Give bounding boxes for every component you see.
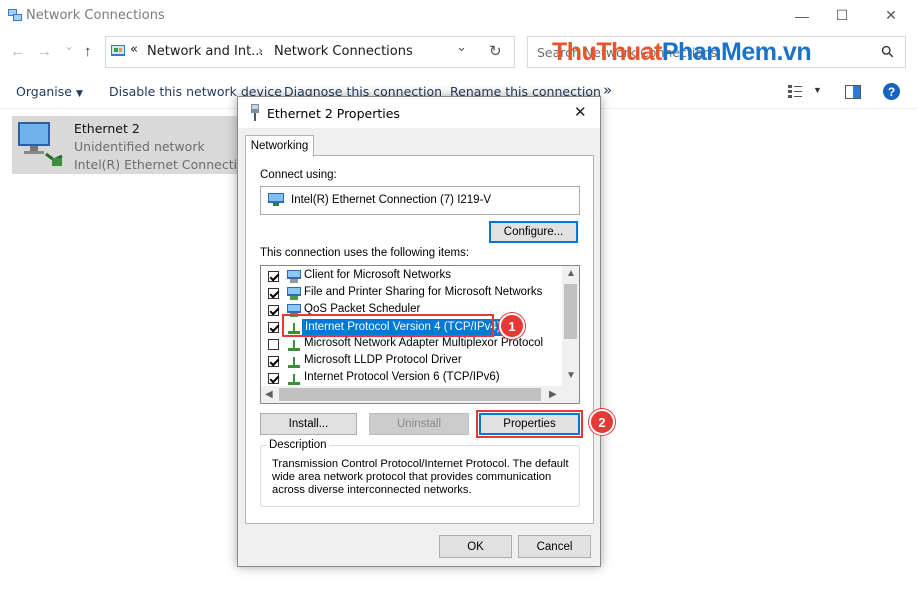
item-label: File and Printer Sharing for Microsoft N… bbox=[304, 286, 543, 298]
item-checkbox[interactable] bbox=[268, 271, 279, 282]
items-label: This connection uses the following items… bbox=[260, 247, 470, 259]
list-item[interactable]: Client for Microsoft Networks bbox=[261, 268, 561, 285]
address-bar[interactable]: « Network and Int... › Network Connectio… bbox=[105, 36, 515, 68]
window-title: Network Connections bbox=[26, 8, 165, 23]
maximize-icon: ☐ bbox=[835, 7, 849, 23]
minimize-icon: — bbox=[795, 7, 809, 24]
caret-down-icon: ▼ bbox=[75, 89, 83, 99]
watermark-logo: ThuThuatPhanMem.vn bbox=[552, 38, 812, 67]
watermark-part-4: .vn bbox=[776, 38, 812, 66]
item-label: Client for Microsoft Networks bbox=[304, 269, 451, 281]
step-1-badge: 1 bbox=[499, 313, 525, 339]
horizontal-scroll-thumb[interactable] bbox=[279, 388, 541, 401]
dialog-close-button[interactable]: ✕ bbox=[574, 103, 587, 121]
scroll-right-icon[interactable]: ▶ bbox=[549, 389, 557, 400]
properties-button[interactable]: Properties bbox=[479, 413, 580, 435]
more-commands-button[interactable]: » bbox=[603, 81, 612, 99]
item-label: Microsoft LLDP Protocol Driver bbox=[304, 354, 462, 366]
item-checkbox[interactable] bbox=[268, 288, 279, 299]
scroll-down-icon[interactable]: ▼ bbox=[566, 370, 576, 381]
item-checkbox[interactable] bbox=[268, 322, 279, 333]
maximize-button[interactable]: ☐ bbox=[819, 0, 865, 31]
scroll-up-icon[interactable]: ▲ bbox=[566, 268, 576, 279]
chevron-down-icon: ⌄ bbox=[64, 39, 75, 53]
item-checkbox[interactable] bbox=[268, 339, 279, 350]
adapter-field: Intel(R) Ethernet Connection (7) I219-V bbox=[260, 186, 580, 215]
protocol-icon bbox=[288, 357, 300, 368]
watermark-part-2: Thuat bbox=[596, 38, 662, 66]
close-icon: ✕ bbox=[574, 104, 587, 121]
uninstall-button[interactable]: Uninstall bbox=[369, 413, 469, 435]
ethernet-plug-icon bbox=[251, 104, 259, 121]
breadcrumb-network-connections[interactable]: Network Connections bbox=[274, 44, 413, 59]
dialog-title-bar: Ethernet 2 Properties ✕ bbox=[238, 97, 600, 128]
forward-arrow-icon: → bbox=[37, 43, 52, 60]
protocol-icon bbox=[288, 374, 300, 385]
item-checkbox[interactable] bbox=[268, 373, 279, 384]
description-text: Transmission Control Protocol/Internet P… bbox=[272, 458, 569, 496]
connection-status: Unidentified network bbox=[74, 139, 205, 154]
ethernet-properties-dialog: Ethernet 2 Properties ✕ Networking Conne… bbox=[237, 96, 615, 567]
protocol-icon bbox=[288, 340, 300, 351]
organise-label: Organise bbox=[16, 84, 72, 99]
up-arrow-icon: ↑ bbox=[84, 43, 92, 60]
list-item[interactable]: Internet Protocol Version 6 (TCP/IPv6) bbox=[261, 370, 561, 387]
back-button[interactable]: ← bbox=[10, 43, 25, 60]
network-adapter-icon bbox=[268, 193, 284, 206]
network-connections-app-icon bbox=[8, 9, 22, 21]
tab-networking-label: Networking bbox=[250, 140, 309, 152]
scroll-left-icon[interactable]: ◀ bbox=[265, 389, 273, 400]
item-label: Internet Protocol Version 6 (TCP/IPv6) bbox=[304, 371, 500, 383]
change-view-icon[interactable] bbox=[788, 85, 804, 99]
address-chevron-icon[interactable]: « bbox=[130, 42, 138, 57]
close-button[interactable]: ✕ bbox=[868, 0, 914, 31]
vertical-scrollbar[interactable]: ▲ ▼ bbox=[562, 266, 579, 386]
watermark-part-1: Thu bbox=[552, 38, 597, 66]
connection-name: Ethernet 2 bbox=[74, 121, 140, 136]
breadcrumb-separator-icon[interactable]: › bbox=[258, 44, 263, 59]
cancel-button[interactable]: Cancel bbox=[518, 535, 591, 558]
configure-button[interactable]: Configure... bbox=[489, 221, 578, 243]
preview-pane-icon[interactable] bbox=[845, 85, 861, 99]
refresh-icon: ↻ bbox=[489, 42, 502, 60]
forward-button[interactable]: → bbox=[37, 43, 52, 60]
adapter-name: Intel(R) Ethernet Connection (7) I219-V bbox=[291, 194, 492, 206]
ethernet-adapter-icon bbox=[18, 122, 63, 166]
list-item[interactable]: Microsoft LLDP Protocol Driver bbox=[261, 353, 561, 370]
horizontal-scrollbar[interactable]: ◀ ▶ bbox=[261, 386, 579, 403]
close-icon: ✕ bbox=[885, 7, 897, 23]
control-panel-icon bbox=[111, 45, 125, 56]
step-2-badge: 2 bbox=[589, 409, 615, 435]
scroll-thumb[interactable] bbox=[564, 284, 577, 339]
network-client-icon bbox=[287, 270, 301, 283]
watermark-part-3: PhanMem bbox=[661, 38, 777, 66]
connection-adapter: Intel(R) Ethernet Connection bbox=[74, 157, 253, 172]
help-button[interactable]: ? bbox=[883, 83, 900, 100]
connection-item-ethernet-2[interactable]: Ethernet 2 Unidentified network Intel(R)… bbox=[12, 116, 262, 174]
help-icon: ? bbox=[887, 84, 896, 99]
network-service-icon bbox=[287, 287, 301, 300]
address-dropdown-icon[interactable]: ⌄ bbox=[456, 40, 467, 55]
ok-button[interactable]: OK bbox=[439, 535, 512, 558]
item-checkbox[interactable] bbox=[268, 305, 279, 316]
recent-locations-button[interactable]: ⌄ bbox=[64, 39, 74, 53]
refresh-button[interactable]: ↻ bbox=[489, 42, 502, 60]
item-label: Microsoft Network Adapter Multiplexor Pr… bbox=[304, 337, 544, 349]
install-button[interactable]: Install... bbox=[260, 413, 357, 435]
tab-networking[interactable]: Networking bbox=[245, 135, 314, 157]
back-arrow-icon: ← bbox=[10, 43, 25, 60]
view-options-chevron-icon[interactable]: ▼ bbox=[813, 85, 822, 95]
item-checkbox[interactable] bbox=[268, 356, 279, 367]
description-legend: Description bbox=[267, 439, 329, 451]
up-button[interactable]: ↑ bbox=[84, 43, 92, 60]
list-item[interactable]: File and Printer Sharing for Microsoft N… bbox=[261, 285, 561, 302]
search-icon[interactable]: ⚲ bbox=[877, 41, 899, 63]
breadcrumb-network-internet[interactable]: Network and Int... bbox=[147, 44, 264, 59]
list-item[interactable]: Microsoft Network Adapter Multiplexor Pr… bbox=[261, 336, 561, 353]
window-title-bar: Network Connections — ☐ ✕ bbox=[0, 0, 917, 31]
highlight-ipv4 bbox=[282, 314, 494, 337]
dialog-title: Ethernet 2 Properties bbox=[267, 106, 400, 121]
connect-using-label: Connect using: bbox=[260, 169, 337, 181]
organise-button[interactable]: Organise ▼ bbox=[16, 84, 83, 99]
